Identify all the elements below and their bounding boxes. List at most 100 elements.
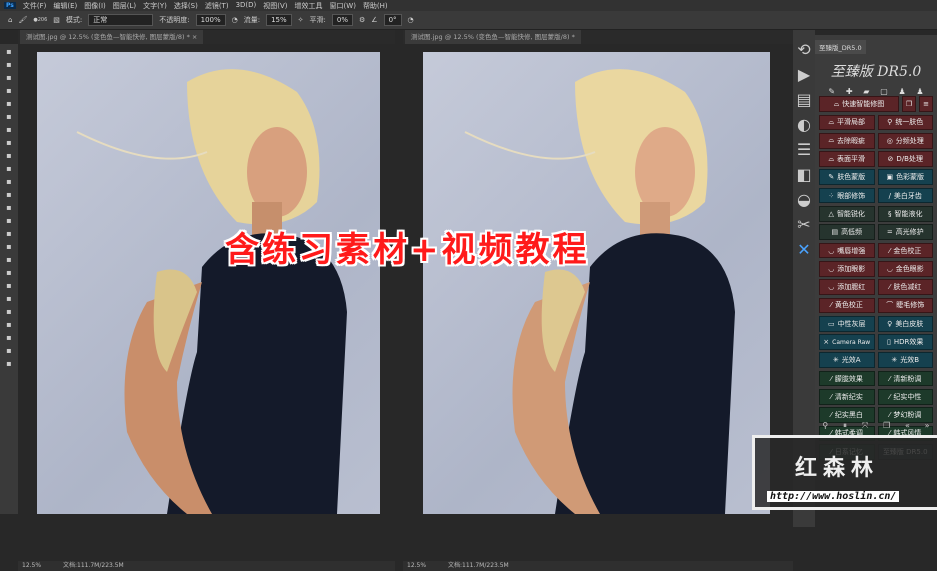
layers-copy-icon[interactable]: ❐: [902, 96, 916, 112]
panel-button[interactable]: ⌓ 快速智能修图: [819, 96, 899, 112]
expand-icon[interactable]: ⤧: [862, 421, 868, 431]
home-icon[interactable]: ⌂: [8, 16, 12, 24]
actions-icon[interactable]: ▤: [796, 90, 811, 109]
blur-tool-icon[interactable]: ▪: [4, 216, 14, 226]
crop-tool-icon[interactable]: ▪: [4, 99, 14, 109]
panel-button[interactable]: / 美白牙齿: [877, 187, 933, 204]
panel-button[interactable]: ⁄ 清新粉调: [877, 370, 933, 387]
zoom-tool-icon[interactable]: ▪: [4, 307, 14, 317]
eyedropper-tool-icon[interactable]: ▪: [4, 125, 14, 135]
pause-icon[interactable]: ⏸: [843, 421, 847, 431]
menu-item[interactable]: 3D(D): [236, 1, 257, 11]
menu-item[interactable]: 编辑(E): [53, 1, 77, 11]
panel-button[interactable]: § 智能液化: [877, 206, 933, 222]
frame-tool-icon[interactable]: ▪: [4, 112, 14, 122]
panel-button[interactable]: △ 智能锐化: [819, 206, 875, 222]
panel-button[interactable]: = 高光修护: [877, 224, 933, 241]
brush-tool-icon[interactable]: 🖌: [18, 16, 27, 24]
panel-button[interactable]: ◎ 分频处理: [877, 132, 933, 149]
panel-button[interactable]: ⚲ 统一肤色: [877, 114, 933, 131]
sliders-icon[interactable]: ≡: [919, 96, 933, 112]
panel-button[interactable]: × Camera Raw: [819, 334, 875, 350]
panel-button[interactable]: ◡ 嘴唇增强: [819, 242, 875, 259]
panel-button[interactable]: ⌓ 去除暇疵: [819, 132, 875, 149]
gear-icon[interactable]: ⚙: [359, 16, 365, 24]
panel-button[interactable]: ⊘ D/B处理: [877, 151, 933, 167]
quick-mask-tool-icon[interactable]: ▪: [4, 346, 14, 356]
panel-button[interactable]: ▭ 中性灰层: [819, 315, 875, 332]
marquee-tool-icon[interactable]: ▪: [4, 60, 14, 70]
panel-button[interactable]: ⌓ 表面平滑: [819, 151, 875, 167]
mode-select[interactable]: 正常: [88, 14, 154, 26]
flow-input[interactable]: 15%: [266, 14, 292, 26]
panel-button[interactable]: ▣ 色彩蒙版: [877, 169, 933, 186]
panel-button[interactable]: ♀ 美白皮肤: [877, 315, 933, 332]
smooth-input[interactable]: 0%: [331, 14, 353, 26]
panel-button[interactable]: ▯ HDR效果: [877, 334, 933, 350]
menu-item[interactable]: 帮助(H): [363, 1, 388, 11]
document-window-before[interactable]: 12.5% 文档:111.7M/223.5M: [18, 44, 395, 571]
eraser-tool-icon[interactable]: ▪: [4, 190, 14, 200]
next-icon[interactable]: »: [925, 421, 930, 431]
panel-button[interactable]: ⁘ 眼部修饰: [819, 187, 875, 204]
adjustments-icon[interactable]: ◐: [797, 115, 811, 134]
menu-item[interactable]: 窗口(W): [330, 1, 356, 11]
brush-settings-icon[interactable]: ▧: [53, 16, 60, 24]
document-tab[interactable]: 测试图.jpg @ 12.5% (变色鱼—智能快修, 图层蒙版/8) *: [405, 30, 581, 44]
panel-button[interactable]: ◡ 金色眼影: [877, 260, 933, 277]
angle-input[interactable]: 0°: [383, 14, 402, 26]
search-icon[interactable]: ⚲: [822, 421, 828, 431]
airbrush-icon[interactable]: ✧: [298, 16, 304, 24]
history-icon[interactable]: ⟲: [797, 40, 810, 59]
gradient-tool-icon[interactable]: ▪: [4, 203, 14, 213]
panel-button[interactable]: ⌓ 平滑局部: [819, 114, 875, 131]
quick-select-tool-icon[interactable]: ▪: [4, 86, 14, 96]
menu-item[interactable]: 增效工具: [295, 1, 323, 11]
rectangle-tool-icon[interactable]: ▪: [4, 281, 14, 291]
pressure-opacity-icon[interactable]: ◔: [232, 16, 238, 24]
menu-item[interactable]: 选择(S): [174, 1, 198, 11]
zoom-level[interactable]: 12.5%: [22, 562, 41, 569]
panel-button[interactable]: ✳ 光效A: [819, 352, 875, 369]
menu-item[interactable]: 图像(I): [84, 1, 106, 11]
pressure-size-icon[interactable]: ◔: [408, 16, 414, 24]
opacity-input[interactable]: 100%: [195, 14, 226, 26]
menu-item[interactable]: 滤镜(T): [205, 1, 229, 11]
layers-icon[interactable]: ◧: [796, 165, 811, 184]
menu-item[interactable]: 图层(L): [113, 1, 136, 11]
paths-icon[interactable]: ✂: [797, 215, 810, 234]
colors-tool-icon[interactable]: ▪: [4, 333, 14, 343]
lasso-tool-icon[interactable]: ▪: [4, 73, 14, 83]
panel-button[interactable]: ⁄ 肤色减红: [877, 279, 933, 295]
play-icon[interactable]: ▶: [798, 65, 810, 84]
panel-button[interactable]: ⁄ 纪实中性: [877, 389, 933, 405]
history-brush-tool-icon[interactable]: ▪: [4, 177, 14, 187]
type-tool-icon[interactable]: ▪: [4, 255, 14, 265]
plugin-icon[interactable]: ✕: [797, 240, 810, 259]
panel-button[interactable]: ✳ 光效B: [877, 352, 933, 369]
document-tab[interactable]: 测试图.jpg @ 12.5% (变色鱼—智能快修, 图层蒙版/8) * ×: [20, 30, 204, 44]
screen-mode-tool-icon[interactable]: ▪: [4, 359, 14, 369]
channels-icon[interactable]: ◒: [797, 190, 811, 209]
more-tool-icon[interactable]: ▪: [4, 320, 14, 330]
panel-button[interactable]: ◡ 添加腮红: [819, 279, 875, 295]
menu-item[interactable]: 文件(F): [23, 1, 47, 11]
panel-button[interactable]: ⁄ 朦胧效果: [819, 370, 875, 387]
panel-tab[interactable]: 至臻版_DR5.0: [815, 40, 866, 54]
panel-button[interactable]: ▤ 高低频: [819, 224, 875, 241]
dodge-tool-icon[interactable]: ▪: [4, 229, 14, 239]
pen-tool-icon[interactable]: ▪: [4, 242, 14, 252]
stamp-tool-icon[interactable]: ▪: [4, 164, 14, 174]
properties-icon[interactable]: ☰: [797, 140, 811, 159]
menu-item[interactable]: 视图(V): [263, 1, 287, 11]
panel-button[interactable]: ⁄ 金色校正: [877, 242, 933, 259]
path-select-tool-icon[interactable]: ▪: [4, 268, 14, 278]
brush-tool-icon[interactable]: ▪: [4, 151, 14, 161]
brush-preset-picker[interactable]: ●206: [33, 17, 47, 23]
panel-button[interactable]: ⌒ 睫毛修饰: [877, 297, 933, 314]
prev-icon[interactable]: «: [905, 421, 910, 431]
move-tool-icon[interactable]: ▪: [4, 47, 14, 57]
panel-button[interactable]: ◡ 添加眼影: [819, 260, 875, 277]
copy-icon[interactable]: ❐: [883, 421, 890, 431]
panel-button[interactable]: ✎ 肤色蒙版: [819, 169, 875, 186]
